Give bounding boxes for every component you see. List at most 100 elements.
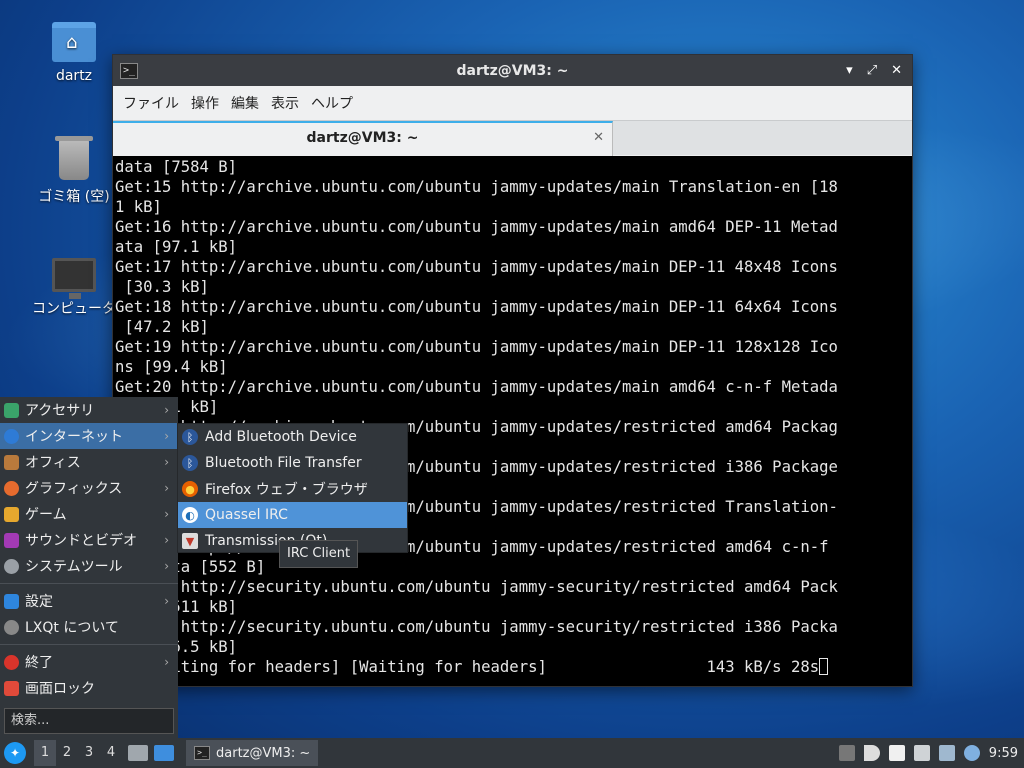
- chevron-right-icon: ›: [164, 455, 169, 469]
- terminal-line: ns [99.4 kB]: [115, 358, 228, 376]
- menu-bar: ファイル 操作 編集 表示 ヘルプ: [113, 86, 912, 120]
- menu-edit[interactable]: 編集: [225, 89, 265, 117]
- menu-category-office[interactable]: オフィス ›: [0, 449, 178, 475]
- home-folder-icon: [52, 22, 96, 62]
- menu-category-multimedia[interactable]: サウンドとビデオ ›: [0, 527, 178, 553]
- menu-category-games[interactable]: ゲーム ›: [0, 501, 178, 527]
- notification-icon[interactable]: [963, 745, 980, 761]
- menu-category-system-tools[interactable]: システムツール ›: [0, 553, 178, 579]
- internet-submenu: ᛒ Add Bluetooth Device ᛒ Bluetooth File …: [177, 423, 408, 553]
- quassel-icon: ◐: [182, 507, 198, 523]
- desktop-switch-4[interactable]: 4: [100, 740, 122, 766]
- menu-search-input[interactable]: 検索...: [4, 708, 174, 734]
- computer-icon: [52, 258, 96, 299]
- office-icon: [4, 454, 19, 470]
- submenu-item-quassel-irc[interactable]: ◐ Quassel IRC: [178, 502, 407, 528]
- maximize-button[interactable]: ⤢: [867, 63, 877, 78]
- clock[interactable]: 9:59: [989, 746, 1018, 761]
- menu-item-label: 設定: [25, 594, 53, 610]
- window-titlebar[interactable]: >_ dartz@VM3: ~ ▾ ⤢ ✕: [113, 55, 912, 86]
- minimize-button[interactable]: ▾: [846, 63, 853, 78]
- volume-icon[interactable]: [863, 745, 880, 761]
- terminal-line: Get:15 http://archive.ubuntu.com/ubuntu …: [115, 178, 838, 196]
- system-tools-icon: [4, 558, 19, 574]
- desktop-switch-3[interactable]: 3: [78, 740, 100, 766]
- menu-category-accessories[interactable]: アクセサリ ›: [0, 397, 178, 423]
- terminal-line: Get:18 http://archive.ubuntu.com/ubuntu …: [115, 298, 838, 316]
- submenu-item-bluetooth-file-transfer[interactable]: ᛒ Bluetooth File Transfer: [178, 450, 407, 476]
- menu-separator: [0, 644, 178, 645]
- terminal-line: Get:20 http://archive.ubuntu.com/ubuntu …: [115, 378, 838, 396]
- show-desktop-icon[interactable]: [154, 745, 174, 761]
- terminal-window: >_ dartz@VM3: ~ ▾ ⤢ ✕ ファイル 操作 編集 表示 ヘルプ …: [112, 54, 913, 687]
- desktop-switch-2[interactable]: 2: [56, 740, 78, 766]
- lxqt-menu-button[interactable]: ✦: [4, 742, 26, 764]
- terminal-cursor: [819, 658, 829, 675]
- clipboard-icon[interactable]: [888, 745, 905, 761]
- bluetooth-icon: ᛒ: [182, 455, 198, 471]
- info-icon: [4, 619, 19, 635]
- menu-item-label: グラフィックス: [25, 481, 123, 497]
- menu-category-graphics[interactable]: グラフィックス ›: [0, 475, 178, 501]
- menu-item-about-lxqt[interactable]: LXQt について: [0, 614, 178, 640]
- menu-item-label: ゲーム: [25, 507, 67, 523]
- multimedia-icon: [4, 532, 19, 548]
- chevron-right-icon: ›: [164, 429, 169, 443]
- trash-icon: [55, 136, 93, 180]
- desktop-icon-label: dartz: [55, 68, 93, 84]
- terminal-line: Get:19 http://archive.ubuntu.com/ubuntu …: [115, 338, 838, 356]
- menu-view[interactable]: 表示: [265, 89, 305, 117]
- terminal-line: 0% [Waiting for headers] [Waiting for he…: [115, 658, 820, 676]
- tooltip: IRC Client: [279, 540, 359, 568]
- power-icon: [4, 654, 19, 670]
- terminal-line: data [7584 B]: [115, 158, 238, 176]
- menu-actions[interactable]: 操作: [185, 89, 225, 117]
- submenu-item-label: Bluetooth File Transfer: [205, 455, 362, 471]
- chevron-right-icon: ›: [164, 594, 169, 608]
- chevron-right-icon: ›: [164, 559, 169, 573]
- window-title: dartz@VM3: ~: [456, 62, 569, 79]
- taskbar: ✦ 1 2 3 4 >_ dartz@VM3: ~ 9:59: [0, 738, 1024, 768]
- terminal-line: [47.2 kB]: [115, 318, 209, 336]
- menu-item-label: インターネット: [25, 429, 123, 445]
- menu-item-settings[interactable]: 設定 ›: [0, 588, 178, 614]
- graphics-icon: [4, 480, 19, 496]
- settings-icon: [4, 593, 19, 609]
- bluetooth-icon: ᛒ: [182, 429, 198, 445]
- task-label: dartz@VM3: ~: [216, 745, 311, 761]
- file-manager-icon[interactable]: [128, 745, 148, 761]
- terminal-line: [30.3 kB]: [115, 278, 209, 296]
- menu-item-label: オフィス: [25, 455, 81, 471]
- chevron-right-icon: ›: [164, 533, 169, 547]
- menu-file[interactable]: ファイル: [117, 89, 185, 117]
- menu-item-lock-screen[interactable]: 画面ロック: [0, 675, 178, 701]
- tab-close-icon[interactable]: ✕: [593, 123, 604, 153]
- menu-help[interactable]: ヘルプ: [305, 89, 359, 117]
- submenu-item-add-bluetooth-device[interactable]: ᛒ Add Bluetooth Device: [178, 424, 407, 450]
- close-button[interactable]: ✕: [891, 63, 902, 78]
- menu-item-shutdown[interactable]: 終了 ›: [0, 649, 178, 675]
- submenu-item-firefox[interactable]: ● Firefox ウェブ・ブラウザ: [178, 476, 407, 502]
- terminal-output[interactable]: data [7584 B] Get:15 http://archive.ubun…: [113, 156, 912, 686]
- lock-icon: [4, 680, 19, 696]
- menu-item-label: システムツール: [25, 559, 123, 575]
- terminal-line: Get:16 http://archive.ubuntu.com/ubuntu …: [115, 218, 838, 236]
- taskbar-task-terminal[interactable]: >_ dartz@VM3: ~: [186, 740, 319, 766]
- eject-icon[interactable]: [838, 745, 855, 761]
- menu-separator: [0, 583, 178, 584]
- network-icon[interactable]: [938, 745, 955, 761]
- desktop-switch-1[interactable]: 1: [34, 740, 56, 766]
- terminal-line: Get:26 http://security.ubuntu.com/ubuntu…: [115, 618, 838, 636]
- terminal-tab[interactable]: dartz@VM3: ~ ✕: [113, 121, 613, 156]
- menu-item-label: アクセサリ: [25, 403, 95, 419]
- submenu-item-label: Quassel IRC: [205, 507, 288, 523]
- desktop-icon-label: ゴミ箱 (空): [38, 189, 110, 205]
- tab-bar: dartz@VM3: ~ ✕: [113, 120, 912, 156]
- system-tray: 9:59: [838, 745, 1018, 761]
- accessories-icon: [4, 402, 19, 418]
- terminal-app-icon[interactable]: >_: [120, 62, 138, 79]
- tab-label: dartz@VM3: ~: [306, 130, 419, 146]
- terminal-line: Get:17 http://archive.ubuntu.com/ubuntu …: [115, 258, 838, 276]
- keyboard-icon[interactable]: [913, 745, 930, 761]
- menu-category-internet[interactable]: インターネット ›: [0, 423, 178, 449]
